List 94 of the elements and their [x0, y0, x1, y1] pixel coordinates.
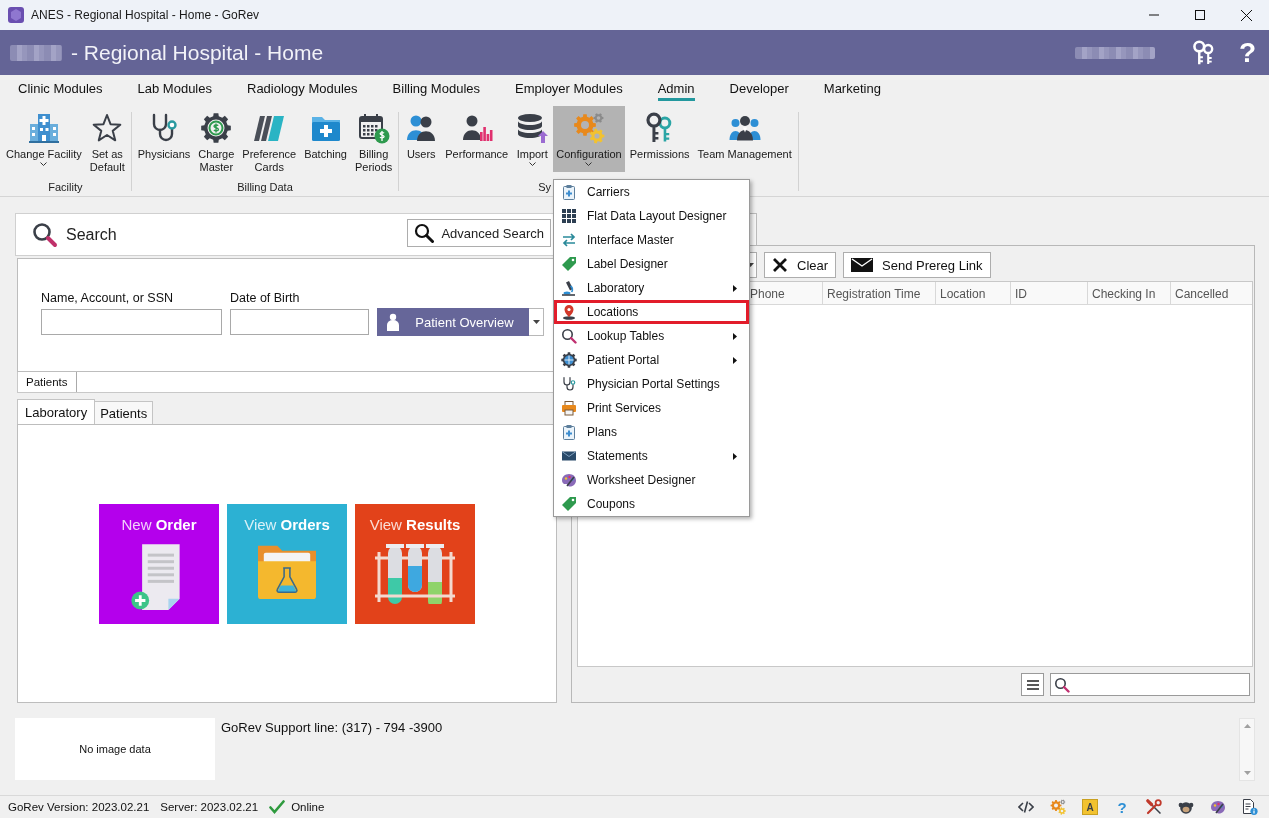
input-field[interactable]: [230, 309, 369, 335]
search-field[interactable]: [1050, 673, 1250, 696]
module-tab[interactable]: Laboratory: [17, 399, 96, 424]
group-label: Facility: [48, 180, 83, 194]
minimize-icon: [1149, 14, 1159, 16]
menu-item[interactable]: Locations: [554, 300, 749, 324]
menu-item[interactable]: Coupons: [554, 492, 749, 516]
toolbar-button[interactable]: Send Prereg Link: [843, 252, 991, 278]
clipboard-icon: [561, 424, 577, 440]
dropdown-button[interactable]: [529, 308, 544, 336]
close-icon: [772, 257, 788, 273]
search-title: Search: [66, 225, 117, 244]
database-icon: [516, 112, 549, 144]
version-label: GoRev Version: 2023.02.21: [8, 801, 150, 813]
support-line: GoRev Support line: (317) - 794 -3900: [221, 720, 443, 735]
microscope-icon: [561, 280, 577, 296]
menu-item[interactable]: Flat Data Layout Designer: [554, 204, 749, 228]
input-field[interactable]: [41, 309, 222, 335]
tag-icon: [561, 496, 577, 512]
toolbar-button[interactable]: Clear: [764, 252, 837, 278]
font-button[interactable]: A: [1082, 799, 1098, 815]
menu-item[interactable]: Statements: [554, 444, 749, 468]
server-label: Server: 2023.02.21: [160, 801, 259, 813]
patient-overview-button[interactable]: Patient Overview: [377, 308, 529, 336]
menu-item[interactable]: Physician Portal Settings: [554, 372, 749, 396]
menu-item[interactable]: Label Designer: [554, 252, 749, 276]
column-header[interactable]: Checking In: [1087, 282, 1170, 304]
grid-icon: [561, 208, 577, 224]
menu-item[interactable]: Plans: [554, 420, 749, 444]
field-label: Name, Account, or SSN: [41, 291, 174, 305]
tools-icon[interactable]: [1146, 799, 1162, 815]
blurred-text: [10, 44, 62, 61]
search-icon: [414, 223, 435, 243]
code-icon[interactable]: [1018, 799, 1034, 815]
envelope-icon: [561, 448, 577, 464]
envelope-icon: [851, 258, 874, 272]
exchange-arrows-icon: [561, 232, 577, 248]
caret-icon: [40, 161, 48, 166]
menu-icon: [1026, 679, 1039, 690]
app-logo-icon: [8, 7, 24, 23]
menu-item[interactable]: Patient Portal: [554, 348, 749, 372]
submenu-arrow-icon: [733, 332, 737, 340]
caret-icon: [585, 161, 593, 166]
search-icon: [1054, 676, 1070, 693]
close-icon: [1240, 9, 1252, 21]
window-title: ANES - Regional Hospital - Home - GoRev: [31, 8, 261, 22]
person-icon: [386, 313, 400, 331]
menu-item[interactable]: Interface Master: [554, 228, 749, 252]
star-icon: [91, 112, 124, 144]
ribbon-tab[interactable]: Admin: [657, 81, 695, 101]
field-label: Date of Birth: [230, 291, 301, 305]
dollar-gear-icon: [200, 112, 233, 144]
column-header[interactable]: ID: [1010, 282, 1087, 304]
menu-item[interactable]: Worksheet Designer: [554, 468, 749, 492]
menu-item[interactable]: Lookup Tables: [554, 324, 749, 348]
column-header[interactable]: Location: [935, 282, 1010, 304]
action-tile[interactable]: View Results: [355, 503, 475, 624]
gears-icon: [572, 112, 605, 144]
calendar-dollar-icon: [357, 112, 390, 144]
advanced-search-button[interactable]: Advanced Search: [407, 219, 551, 247]
document-info-icon[interactable]: [1242, 799, 1258, 815]
palette-icon: [561, 472, 577, 488]
list-button[interactable]: [1021, 673, 1044, 696]
submenu-arrow-icon: [733, 452, 737, 460]
caret-icon: [528, 161, 536, 166]
test-tubes-icon: [373, 541, 457, 604]
group-label: Billing Data: [237, 180, 293, 194]
column-header[interactable]: Registration Time: [822, 282, 935, 304]
submenu-arrow-icon: [733, 284, 737, 292]
bear-face-icon[interactable]: [1178, 799, 1194, 815]
submenu-arrow-icon: [733, 356, 737, 364]
placeholder-text: No image data: [79, 743, 151, 755]
group-label: Sy: [538, 180, 552, 194]
clipboard-icon: [561, 184, 577, 200]
menu-item[interactable]: Carriers: [554, 180, 749, 204]
globe-gear-icon: [561, 352, 577, 368]
module-tab[interactable]: Patients: [94, 401, 154, 424]
stethoscope-icon: [561, 376, 577, 392]
column-header[interactable]: Cancelled: [1170, 282, 1252, 304]
hospital-icon: [27, 112, 60, 144]
connection-status: Online: [291, 801, 325, 813]
search-icon: [561, 328, 577, 344]
printer-icon: [561, 400, 577, 416]
action-tile[interactable]: New Order: [99, 503, 219, 624]
caret-icon: [532, 320, 540, 324]
menu-item[interactable]: Print Services: [554, 396, 749, 420]
map-pin-icon: [561, 304, 577, 320]
search-icon: [32, 221, 58, 248]
maximize-icon: [1195, 10, 1205, 20]
palette-icon[interactable]: [1210, 799, 1226, 815]
tag-icon: [561, 256, 577, 272]
ribbon-button[interactable]: Configuration: [553, 106, 625, 172]
keys-icon: [1191, 39, 1215, 66]
page-title: - Regional Hospital - Home: [71, 40, 324, 65]
